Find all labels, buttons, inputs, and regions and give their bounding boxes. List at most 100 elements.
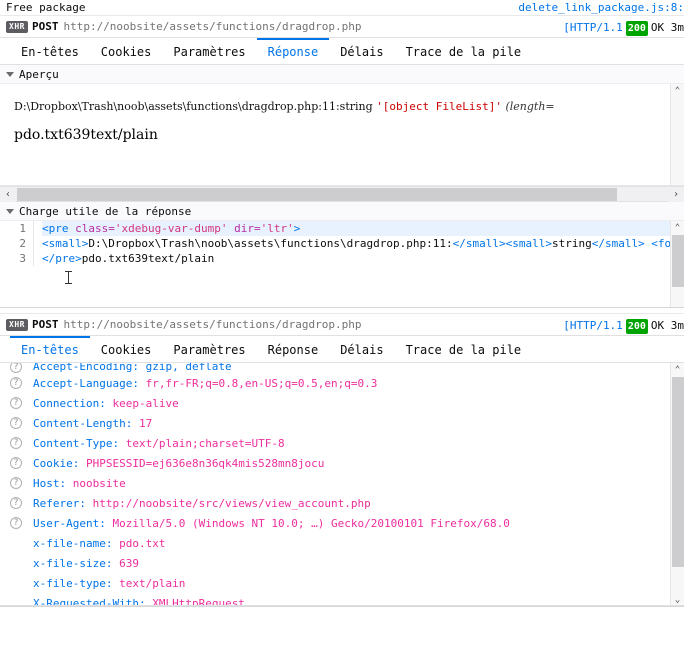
tab-delais-top[interactable]: Délais [329,38,394,64]
scroll-down-icon[interactable]: ⌄ [671,593,684,605]
console-source-link[interactable]: delete_link_package.js:8: [518,1,684,14]
tag-open: <pre [42,222,76,235]
header-name: Connection: [33,396,106,410]
line-number: 2 [19,237,26,250]
help-icon[interactable]: ? [10,417,22,429]
header-name: Content-Length: [33,416,133,430]
section-title-apercu: Aperçu [19,67,59,81]
bottom-spacer [0,606,684,639]
request-url: http://noobsite/assets/functions/dragdro… [63,318,362,331]
tab-parametres-bottom[interactable]: Paramètres [162,336,256,362]
tab-delais-bottom[interactable]: Délais [329,336,394,362]
header-row[interactable]: ? User-Agent: Mozilla/5.0 (Windows NT 10… [0,513,684,533]
tabbar-bottom[interactable]: En-têtes Cookies Paramètres Réponse Déla… [0,336,684,363]
help-icon[interactable]: ? [10,457,22,469]
request-summary-bottom[interactable]: XHR POST http://noobsite/assets/functions/… [0,313,684,336]
header-name: Content-Type: [33,436,120,450]
scroll-up-icon[interactable]: ⌃ [671,221,684,234]
line-number: 3 [19,252,26,265]
help-icon[interactable]: ? [10,397,22,409]
tab-reponse-top[interactable]: Réponse [256,38,330,64]
header-name: User-Agent: [33,516,106,530]
triangle-down-icon[interactable] [6,207,15,216]
header-clipped-text: Accept-Encoding: gzip, deflate [33,363,232,373]
header-value: XMLHttpRequest [152,596,245,606]
header-name: X-Requested-With: [33,596,146,606]
tag-small-close-2: </small> [591,237,645,250]
headers-vscroll-thumb[interactable] [672,377,684,567]
xdebug-dump-length: (length= [501,100,555,113]
tab-trace-de-la-pile-bottom[interactable]: Trace de la pile [395,336,533,362]
preview-content: D:\Dropbox\Trash\noob\assets\functions\d… [0,84,684,143]
header-row[interactable]: X-Requested-With: XMLHttpRequest [0,593,684,606]
help-icon[interactable]: ? [10,377,22,389]
header-row-clipped[interactable]: ? Accept-Encoding: gzip, deflate [0,363,684,373]
header-row[interactable]: ? Content-Type: text/plain;charset=UTF-8 [0,433,684,453]
xdebug-dump-path: D:\Dropbox\Trash\noob\assets\functions\d… [14,100,377,113]
payload-plain-text: pdo.txt639text/plain [81,252,215,265]
header-row[interactable]: x-file-type: text/plain [0,573,684,593]
section-header-apercu[interactable]: Aperçu [0,65,684,84]
payload-vscroll-thumb[interactable] [672,235,684,287]
header-value: http://noobsite/src/views/view_account.p… [92,496,371,510]
code-line-2[interactable]: <small>D:\Dropbox\Trash\noob\assets\func… [42,236,684,251]
header-name: x-file-type: [33,576,113,590]
tag-small-open: <small> [42,237,89,250]
header-value: keep-alive [112,396,179,410]
header-row[interactable]: ? Connection: keep-alive [0,393,684,413]
help-icon[interactable]: ? [10,363,22,373]
header-row[interactable]: ? Content-Length: 17 [0,413,684,433]
tab-cookies-top[interactable]: Cookies [90,38,163,64]
section-header-payload[interactable]: Charge utile de la réponse [0,202,684,221]
tab-parametres-top[interactable]: Paramètres [162,38,256,64]
preview-horizontal-scrollbar[interactable]: ‹ › [0,186,684,202]
header-row[interactable]: ? Referer: http://noobsite/src/views/vie… [0,493,684,513]
help-icon[interactable]: ? [10,497,22,509]
scroll-up-icon[interactable]: ⌃ [671,363,684,376]
header-name: Cookie: [33,456,80,470]
status-text: OK 3m [650,319,684,332]
xdebug-dump-string: '[object FileList]' [376,100,502,113]
tab-reponse-bottom[interactable]: Réponse [257,336,330,362]
request-url: http://noobsite/assets/functions/dragdro… [63,20,362,33]
header-row[interactable]: ? Accept-Language: fr,fr-FR;q=0.8,en-US;… [0,373,684,393]
tab-trace-de-la-pile-top[interactable]: Trace de la pile [395,38,533,64]
header-row[interactable]: ? Cookie: PHPSESSID=ej636e8n36qk4mis528m… [0,453,684,473]
header-value: 17 [138,416,153,430]
headers-vertical-scrollbar[interactable]: ⌃ ⌄ [670,363,684,605]
help-icon[interactable]: ? [10,477,22,489]
code-line-1[interactable]: <pre class='xdebug-var-dump' dir='ltr'> [42,221,684,236]
response-preview-pane: D:\Dropbox\Trash\noob\assets\functions\d… [0,84,684,186]
section-title-payload: Charge utile de la réponse [19,204,192,218]
request-summary-top[interactable]: XHR POST http://noobsite/assets/functions/… [0,15,684,38]
tab-en-tetes-bottom[interactable]: En-têtes [10,336,90,362]
line-number-gutter: 1 2 3 [0,221,34,266]
console-message-row[interactable]: Free package delete_link_package.js:8: [0,0,684,15]
tag-pre-close: </pre> [42,252,82,265]
code-line-3[interactable]: </pre>pdo.txt639text/plain [42,251,684,266]
tag-small-open-2: <small> [505,237,552,250]
scroll-up-icon[interactable]: ⌃ [671,84,684,97]
hscroll-thumb[interactable] [17,188,617,201]
header-row[interactable]: ? Host: noobsite [0,473,684,493]
triangle-down-icon[interactable] [6,70,15,79]
preview-vertical-scrollbar[interactable]: ⌃ [670,84,684,185]
text-caret [65,271,72,284]
header-row[interactable]: x-file-name: pdo.txt [0,533,684,553]
header-value: noobsite [72,476,126,490]
request-headers-list[interactable]: ? Accept-Encoding: gzip, deflate ? Accep… [0,363,684,606]
code-lines[interactable]: <pre class='xdebug-var-dump' dir='ltr'> … [34,221,684,266]
scroll-right-icon[interactable]: › [668,187,684,202]
header-name: Host: [33,476,67,490]
dump-type-text: string [551,237,592,250]
tab-en-tetes-top[interactable]: En-têtes [10,38,90,64]
help-icon[interactable]: ? [10,517,22,529]
header-row[interactable]: x-file-size: 639 [0,553,684,573]
help-icon[interactable]: ? [10,437,22,449]
scroll-left-icon[interactable]: ‹ [0,187,16,202]
payload-vertical-scrollbar[interactable]: ⌃ [670,221,684,307]
tabbar-top[interactable]: En-têtes Cookies Paramètres Réponse Déla… [0,38,684,65]
preview-plain-text: pdo.txt639text/plain [14,127,158,143]
tab-cookies-bottom[interactable]: Cookies [90,336,163,362]
